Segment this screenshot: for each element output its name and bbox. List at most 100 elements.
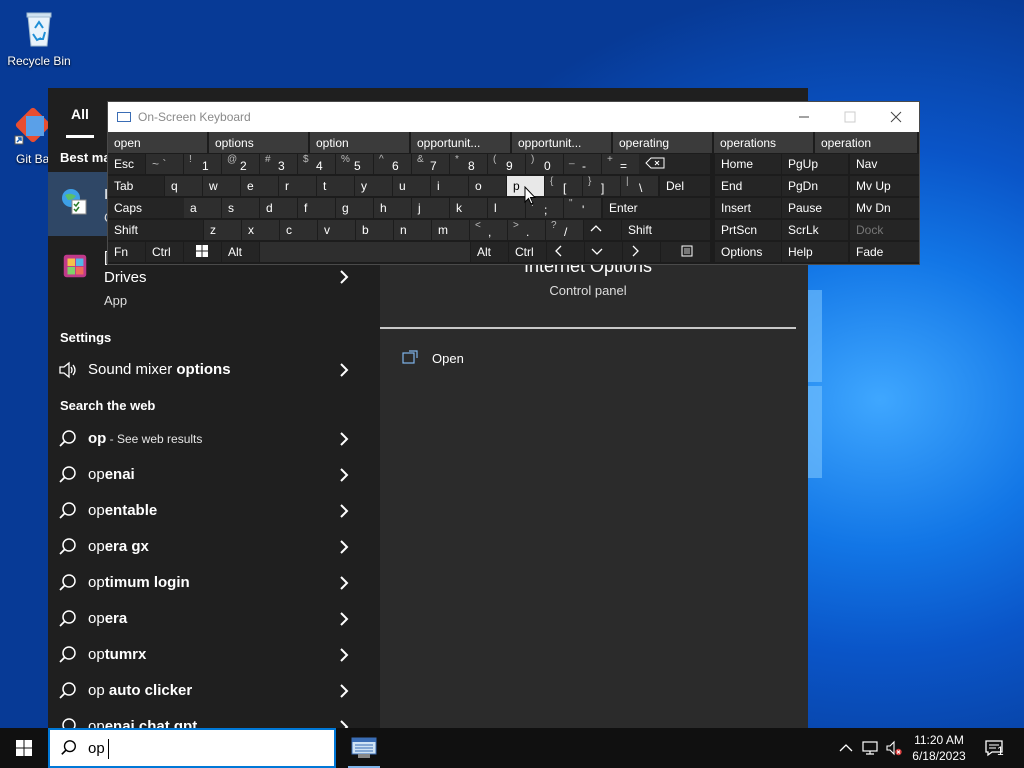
prediction-item[interactable]: options	[209, 132, 310, 153]
key-q[interactable]: q	[165, 176, 202, 196]
key-home[interactable]: Home	[715, 154, 781, 174]
key-m[interactable]: m	[432, 220, 469, 240]
key-tilde[interactable]: ~ `	[146, 154, 183, 174]
key-h[interactable]: h	[374, 198, 411, 218]
key-pause[interactable]: Pause	[782, 198, 848, 218]
web-result[interactable]: optimum login	[48, 565, 380, 601]
key-j[interactable]: j	[412, 198, 449, 218]
key-4[interactable]: $4	[298, 154, 335, 174]
key-scrlk[interactable]: ScrLk	[782, 220, 848, 240]
web-result[interactable]: op auto clicker	[48, 673, 380, 709]
key-a[interactable]: a	[184, 198, 221, 218]
key-prtscn[interactable]: PrtScn	[715, 220, 781, 240]
prediction-item[interactable]: option	[310, 132, 411, 153]
key-y[interactable]: y	[355, 176, 392, 196]
key-shift-left[interactable]: Shift	[108, 220, 203, 240]
key-end[interactable]: End	[715, 176, 781, 196]
key-down[interactable]	[585, 242, 622, 262]
web-result[interactable]: openai chat gpt	[48, 709, 380, 728]
key-c[interactable]: c	[280, 220, 317, 240]
key-d[interactable]: d	[260, 198, 297, 218]
key-period[interactable]: >.	[508, 220, 545, 240]
key-fn[interactable]: Fn	[108, 242, 145, 262]
web-result[interactable]: opera gx	[48, 529, 380, 565]
key-left[interactable]	[547, 242, 584, 262]
key-5[interactable]: % 5	[336, 154, 373, 174]
key-up[interactable]	[584, 220, 621, 240]
osk-title-bar[interactable]: On-Screen Keyboard	[108, 102, 919, 132]
key-ctrl-left[interactable]: Ctrl	[146, 242, 183, 262]
key-o[interactable]: o	[469, 176, 506, 196]
key-9[interactable]: (9	[488, 154, 525, 174]
key-v[interactable]: v	[318, 220, 355, 240]
key-x[interactable]: x	[242, 220, 279, 240]
system-clock[interactable]: 11:20 AM 6/18/2023	[900, 732, 978, 764]
key-6[interactable]: ^ 6	[374, 154, 411, 174]
settings-item-sound-mixer[interactable]: Sound mixer options	[48, 352, 380, 388]
key-slash[interactable]: ? /	[546, 220, 583, 240]
key-del[interactable]: Del	[660, 176, 710, 196]
close-icon[interactable]	[873, 102, 919, 132]
key-shift-right[interactable]: Shift	[622, 220, 710, 240]
key-options[interactable]: Options	[715, 242, 781, 262]
key-menu[interactable]	[661, 242, 710, 262]
key-e[interactable]: e	[241, 176, 278, 196]
prediction-item[interactable]: operating	[613, 132, 714, 153]
web-result[interactable]: opentable	[48, 493, 380, 529]
key-b[interactable]: b	[356, 220, 393, 240]
key-backslash[interactable]: | \	[621, 176, 658, 196]
key-0[interactable]: ) 0	[526, 154, 563, 174]
key-3[interactable]: #3	[260, 154, 297, 174]
key-f[interactable]: f	[298, 198, 335, 218]
key-z[interactable]: z	[204, 220, 241, 240]
web-result[interactable]: openai	[48, 457, 380, 493]
key-2[interactable]: @2	[222, 154, 259, 174]
prediction-item[interactable]: opportunit...	[512, 132, 613, 153]
key-r[interactable]: r	[279, 176, 316, 196]
key-pgup[interactable]: PgUp	[782, 154, 848, 174]
key-8[interactable]: * 8	[450, 154, 487, 174]
key-backspace[interactable]	[639, 154, 710, 174]
network-icon[interactable]	[862, 740, 878, 756]
key-pgdn[interactable]: PgDn	[782, 176, 848, 196]
key-fade[interactable]: Fade	[850, 242, 919, 262]
key-caps[interactable]: Caps	[108, 198, 184, 218]
key-enter[interactable]: Enter	[603, 198, 710, 218]
key-l[interactable]: l	[488, 198, 525, 218]
taskbar-osk-app[interactable]	[344, 728, 384, 768]
maximize-icon[interactable]	[827, 102, 873, 132]
key-help[interactable]: Help	[782, 242, 848, 262]
key-k[interactable]: k	[450, 198, 487, 218]
key-1[interactable]: ! 1	[184, 154, 221, 174]
key-tab[interactable]: Tab	[108, 176, 164, 196]
key-nav[interactable]: Nav	[850, 154, 919, 174]
key-s[interactable]: s	[222, 198, 259, 218]
web-result-see-results[interactable]: op - See web results	[48, 421, 380, 457]
prediction-item[interactable]: opportunit...	[411, 132, 512, 153]
key-right[interactable]	[623, 242, 660, 262]
web-result[interactable]: optumrx	[48, 637, 380, 673]
key-i[interactable]: i	[431, 176, 468, 196]
key-mv-up[interactable]: Mv Up	[850, 176, 919, 196]
key-quote[interactable]: " '	[564, 198, 601, 218]
key-comma[interactable]: <,	[470, 220, 507, 240]
recycle-bin-desktop-icon[interactable]: Recycle Bin	[3, 8, 75, 68]
key-n[interactable]: n	[394, 220, 431, 240]
taskbar-search-box[interactable]: op	[48, 728, 336, 768]
key-g[interactable]: g	[336, 198, 373, 218]
notification-center-button[interactable]: 1	[980, 728, 1024, 768]
key--[interactable]: _ -	[564, 154, 601, 174]
key-][interactable]: }]	[583, 176, 620, 196]
key-mv-dn[interactable]: Mv Dn	[850, 198, 919, 218]
prediction-item[interactable]: operations	[714, 132, 815, 153]
key-esc[interactable]: Esc	[108, 154, 145, 174]
key-insert[interactable]: Insert	[715, 198, 781, 218]
minimize-icon[interactable]	[781, 102, 827, 132]
prediction-item[interactable]: open	[108, 132, 209, 153]
key-windows[interactable]	[184, 242, 221, 262]
key-t[interactable]: t	[317, 176, 354, 196]
key-alt-right[interactable]: Alt	[471, 242, 508, 262]
key-=[interactable]: + =	[602, 154, 639, 174]
key-space[interactable]	[260, 242, 470, 262]
web-result[interactable]: opera	[48, 601, 380, 637]
